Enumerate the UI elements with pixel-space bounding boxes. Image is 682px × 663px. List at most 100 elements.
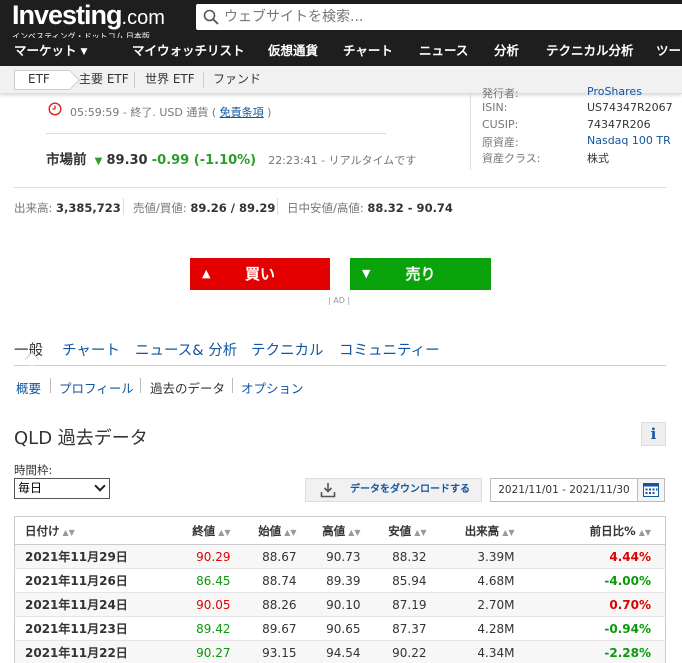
cell-date: 2021年11月29日 [14, 544, 165, 569]
cell-date: 2021年11月22日 [14, 640, 165, 663]
search-input[interactable] [224, 4, 664, 30]
column-header-volume[interactable]: 出来高 ▲▼ [440, 516, 529, 545]
cell-date: 2021年11月26日 [14, 568, 165, 593]
sort-icon: ▲▼ [284, 527, 297, 537]
logo-main-text: Investing [12, 0, 123, 30]
subtab-profile[interactable]: プロフィール [59, 378, 134, 397]
cell-high: 89.39 [310, 568, 375, 593]
cell-change: 0.70% [528, 592, 666, 617]
cell-close: 86.45 [164, 568, 245, 593]
cell-date: 2021年11月23日 [14, 616, 165, 641]
subnav-item-world-etf[interactable]: 世界 ETF [145, 66, 195, 93]
arrow-down-icon: ▼ [362, 267, 371, 280]
search-box[interactable] [196, 4, 682, 30]
logo-dotcom-text: .com [121, 7, 165, 29]
disclaimer-link[interactable]: 免責条項 [220, 106, 264, 119]
nav-item-watchlist[interactable]: マイウォッチリスト [132, 38, 245, 66]
close-status-suffix: ) [267, 106, 272, 119]
tab-community[interactable]: コミュニティー [339, 339, 440, 360]
tab-news-analysis[interactable]: ニュース& 分析 [135, 339, 237, 360]
column-header-change[interactable]: 前日比% ▲▼ [528, 516, 666, 545]
tabs-underline [14, 365, 666, 366]
download-data-button[interactable]: データをダウンロードする [305, 478, 482, 502]
column-label: 高値 [322, 523, 346, 538]
nav-item-news[interactable]: ニュース [419, 38, 468, 66]
column-header-high[interactable]: 高値 ▲▼ [310, 516, 375, 545]
column-header-low[interactable]: 安値 ▲▼ [374, 516, 441, 545]
column-header-open[interactable]: 始値 ▲▼ [244, 516, 311, 545]
timeframe-select[interactable]: 毎日 [14, 478, 110, 499]
premarket-row: 市場前 ▼ 89.30 -0.99 (-1.10%) 22:23:41 - リア… [46, 148, 416, 168]
cell-volume: 3.39M [440, 544, 529, 569]
cell-low: 85.94 [374, 568, 441, 593]
nav-item-crypto[interactable]: 仮想通貨 [268, 38, 318, 66]
timeframe-value: 毎日 [18, 481, 43, 495]
nav-item-technical[interactable]: テクニカル分析 [546, 38, 634, 66]
cell-high: 94.54 [310, 640, 375, 663]
nav-item-tools[interactable]: ツー [656, 38, 681, 66]
historical-data-table: 日付け ▲▼ 終値 ▲▼ 始値 ▲▼ 高値 ▲▼ 安値 ▲▼ 出来高 ▲▼ 前日比% ▲▼ 2… [14, 516, 666, 663]
column-label: 出来高 [464, 523, 500, 538]
divider [14, 187, 666, 188]
cell-change: 4.44% [528, 544, 666, 569]
column-label: 前日比% [589, 523, 636, 538]
cell-open: 88.67 [244, 544, 311, 569]
tab-technical[interactable]: テクニカル [251, 339, 324, 360]
table-row: 2021年11月23日 89.42 89.67 90.65 87.37 4.28… [14, 616, 666, 641]
premarket-change: -0.99 (-1.10%) [151, 153, 257, 168]
nav-item-charts[interactable]: チャート [343, 38, 393, 66]
instrument-underlying[interactable]: Nasdaq 100 TR [587, 134, 671, 147]
nav-item-markets[interactable]: マーケット ▼ [14, 38, 87, 66]
instrument-label: 資産クラス: [482, 152, 541, 165]
site-logo[interactable]: Investing.com インベスティング・ドットコム 日本版 [12, 2, 165, 42]
calendar-icon [643, 483, 659, 497]
main-nav: マーケット ▼ マイウォッチリスト 仮想通貨 チャート ニュース 分析 テクニカル… [0, 38, 682, 66]
instrument-issuer[interactable]: ProShares [587, 85, 642, 98]
day-range-label: 日中安値/高値: [287, 201, 364, 215]
volume-label: 出来高: [14, 201, 53, 215]
column-header-close[interactable]: 終値 ▲▼ [164, 516, 245, 545]
download-label: データをダウンロードする [350, 484, 470, 495]
subtab-options[interactable]: オプション [241, 378, 304, 397]
instrument-label: ISIN: [482, 101, 508, 114]
instrument-label: CUSIP: [482, 118, 519, 131]
subnav-item-funds[interactable]: ファンド [213, 66, 261, 93]
divider [140, 378, 141, 393]
close-status-text: 05:59:59 - 終了. USD 通貨 ( [70, 106, 217, 119]
cell-volume: 4.68M [440, 568, 529, 593]
tab-chart[interactable]: チャート [62, 339, 120, 360]
cell-close: 90.05 [164, 592, 245, 617]
divider [123, 198, 124, 215]
subnav-item-etf[interactable]: ETF [28, 66, 50, 93]
sort-icon: ▲▼ [348, 527, 361, 537]
table-row: 2021年11月29日 90.29 88.67 90.73 88.32 3.39… [14, 544, 666, 569]
buy-button[interactable]: ▲ 買い [190, 258, 330, 290]
cell-open: 88.26 [244, 592, 311, 617]
table-row: 2021年11月24日 90.05 88.26 90.10 87.19 2.70… [14, 592, 666, 617]
nav-label: マーケット [14, 43, 77, 58]
info-icon[interactable]: i [641, 422, 666, 446]
column-header-date[interactable]: 日付け ▲▼ [14, 516, 165, 545]
premarket-label: 市場前 [46, 152, 87, 168]
sort-icon: ▲▼ [218, 527, 231, 537]
cell-change: -0.94% [528, 616, 666, 641]
divider [50, 378, 51, 393]
cell-low: 87.19 [374, 592, 441, 617]
subnav-item-major-etf[interactable]: 主要 ETF [79, 66, 129, 93]
calendar-button[interactable] [638, 478, 665, 502]
sell-button[interactable]: ▼ 売り [350, 258, 491, 290]
date-range-input[interactable]: 2021/11/01 - 2021/11/30 [490, 478, 638, 502]
logo-wordmark: Investing.com [12, 2, 165, 31]
subtab-overview[interactable]: 概要 [16, 378, 41, 397]
subtab-historical-data[interactable]: 過去のデータ [150, 378, 225, 397]
cell-change: -4.00% [528, 568, 666, 593]
sort-icon: ▲▼ [638, 527, 651, 537]
cell-high: 90.73 [310, 544, 375, 569]
instrument-isin: US74347R2067 [587, 101, 673, 114]
cell-volume: 4.28M [440, 616, 529, 641]
timeframe-label: 時間枠: [14, 463, 53, 477]
nav-item-analysis[interactable]: 分析 [494, 38, 519, 66]
divider [46, 133, 386, 134]
divider [232, 378, 233, 393]
cell-date: 2021年11月24日 [14, 592, 165, 617]
